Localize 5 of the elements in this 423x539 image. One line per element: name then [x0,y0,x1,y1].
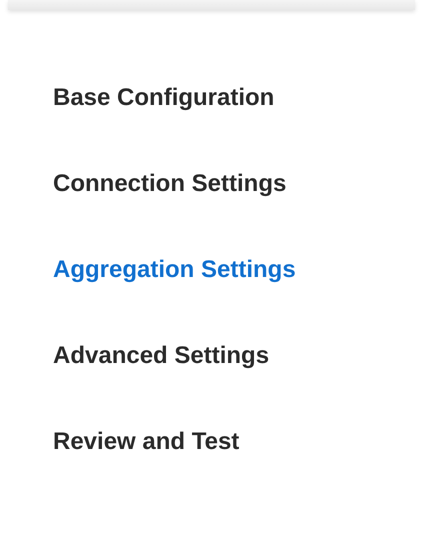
nav-link[interactable]: Aggregation Settings [53,227,296,313]
nav-link[interactable]: Review and Test [53,399,240,485]
nav-link[interactable]: Connection Settings [53,141,286,227]
nav-link[interactable]: Advanced Settings [53,313,270,399]
nav-link[interactable]: Base Configuration [53,55,274,141]
